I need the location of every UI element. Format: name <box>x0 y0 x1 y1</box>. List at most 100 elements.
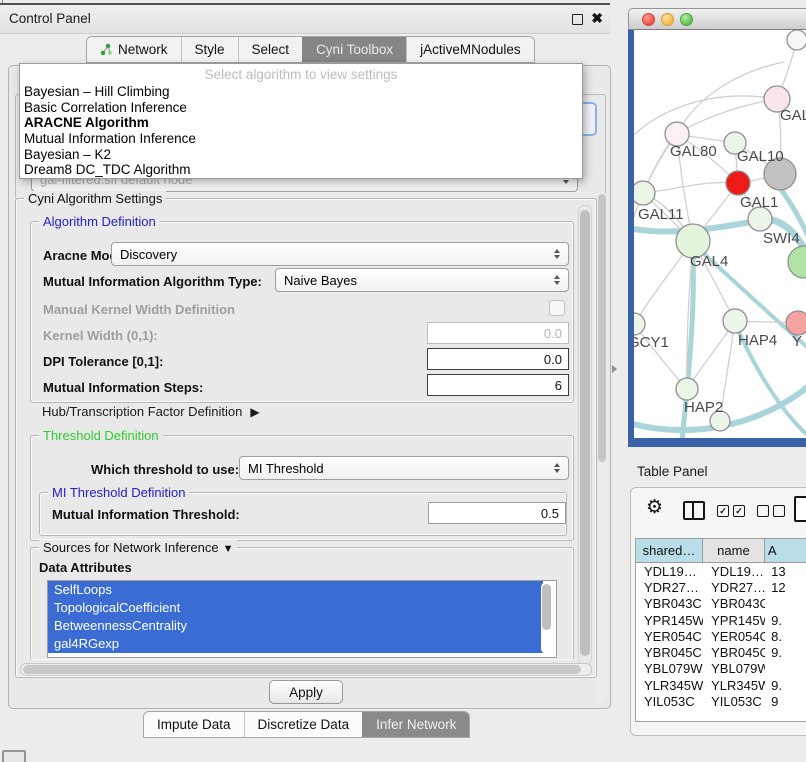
network-node-gal1[interactable] <box>726 171 750 195</box>
zoom-traffic-light[interactable] <box>680 13 693 26</box>
network-node-hap2[interactable] <box>676 378 698 400</box>
network-node-gal11[interactable] <box>634 181 655 205</box>
network-canvas[interactable]: GALGAL80GAL10GAL1GAL11SWI4GAL4GCY1HAP4YH… <box>628 30 806 447</box>
table-row[interactable]: YIL053CYIL053C9 <box>636 693 806 709</box>
dock-mini-icon[interactable] <box>2 750 26 762</box>
network-node[interactable] <box>787 30 806 50</box>
panel-scrollbar[interactable] <box>597 192 607 702</box>
table-row[interactable]: YDL19…YDL19…13 <box>636 563 806 579</box>
settings-horizontal-scrollbar-thumb[interactable] <box>23 665 581 674</box>
algorithm-dropdown-placeholder: Select algorithm to view settings <box>20 64 582 84</box>
dropdown-item-bayesian-hill-climbing[interactable]: Bayesian – Hill Climbing <box>20 84 582 100</box>
manual-kernel-checkbox[interactable] <box>549 300 565 316</box>
attribute-item-selfloops[interactable]: SelfLoops <box>48 581 543 599</box>
sources-group-title: Sources for Network Inference▼ <box>39 540 237 555</box>
network-node[interactable] <box>788 246 806 278</box>
close-icon[interactable]: ✖ <box>591 10 603 27</box>
node-label-gal1: GAL1 <box>740 194 778 211</box>
dropdown-item-aracne-algorithm[interactable]: ARACNE Algorithm <box>20 115 582 131</box>
panel-scrollbar-thumb[interactable] <box>598 194 606 462</box>
unchecked-checkbox-icon[interactable] <box>773 505 785 517</box>
column-header-shared-[interactable]: shared… <box>636 539 703 562</box>
network-edge <box>677 99 777 134</box>
tab-infer-network[interactable]: Infer Network <box>362 712 469 737</box>
cyni-toolbox-panel: gal-filtered.sif default node Select alg… <box>8 65 611 709</box>
table-row[interactable]: YBR045CYBR045C9. <box>636 644 806 660</box>
table-row[interactable]: YER054CYER054C8. <box>636 628 806 644</box>
unchecked-checkbox-icon[interactable] <box>757 505 769 517</box>
tab-network[interactable]: Network <box>87 37 181 62</box>
network-node-y[interactable] <box>786 311 806 335</box>
threshold-definition-title: Threshold Definition <box>39 428 163 443</box>
minimize-traffic-light[interactable] <box>661 13 674 26</box>
dropdown-item-dream8-dc-tdc-algorithm[interactable]: Dream8 DC_TDC Algorithm <box>20 162 582 178</box>
attributes-scrollbar[interactable] <box>541 582 552 654</box>
aracne-mode-value: Discovery <box>120 247 548 262</box>
settings-horizontal-scrollbar[interactable] <box>20 663 592 676</box>
network-window-titlebar[interactable] <box>628 8 806 30</box>
column-header-name[interactable]: name <box>703 539 765 562</box>
node-label-gal80: GAL80 <box>670 143 717 160</box>
column-header-a[interactable]: A <box>765 539 806 562</box>
tab-cyni-toolbox[interactable]: Cyni Toolbox <box>302 37 406 62</box>
document-icon[interactable] <box>794 496 806 522</box>
network-node-gcy1[interactable] <box>634 313 645 335</box>
tab-label: Discretize Data <box>258 717 350 732</box>
network-icon <box>100 43 112 56</box>
table-panel-title: Table Panel <box>637 464 708 479</box>
algorithm-definition-group: Algorithm Definition Aracne Mode: Discov… <box>30 221 574 403</box>
attributes-scrollbar-thumb[interactable] <box>542 584 551 630</box>
node-label-y: Y <box>792 333 802 350</box>
settings-vertical-scrollbar-thumb[interactable] <box>580 210 590 656</box>
mi-threshold-input[interactable]: 0.5 <box>428 502 566 524</box>
attribute-item-betweennesscentrality[interactable]: BetweennessCentrality <box>48 617 543 635</box>
tab-jactivemnodules[interactable]: jActiveMNodules <box>406 37 534 62</box>
close-traffic-light[interactable] <box>642 13 655 26</box>
apply-button[interactable]: Apply <box>269 680 343 704</box>
table-row[interactable]: YLR345WYLR345W9. <box>636 677 806 693</box>
network-edge <box>643 182 738 193</box>
checked-checkbox-icon[interactable]: ✓ <box>733 505 745 517</box>
which-threshold-select[interactable]: MI Threshold <box>239 456 569 480</box>
table-row[interactable]: YBL079WYBL079W <box>636 661 806 677</box>
manual-kernel-label: Manual Kernel Width Definition <box>43 302 235 317</box>
table-row[interactable]: YPR145WYPR145W9. <box>636 612 806 628</box>
dpi-tolerance-input[interactable]: 0.0 <box>427 348 569 370</box>
panel-splitter-arrow-icon[interactable] <box>612 365 617 373</box>
node-label-gal11: GAL11 <box>638 206 684 223</box>
checked-checkbox-icon[interactable]: ✓ <box>717 505 729 517</box>
network-node-hap4[interactable] <box>723 309 747 333</box>
mi-algorithm-type-select[interactable]: Naive Bayes <box>275 268 569 292</box>
settings-vertical-scrollbar[interactable] <box>578 205 592 665</box>
tab-select[interactable]: Select <box>238 37 303 62</box>
tab-label: Select <box>252 42 290 57</box>
table-row[interactable]: YDR27…YDR27…12 <box>636 579 806 595</box>
float-window-icon[interactable] <box>572 14 583 25</box>
tab-discretize-data[interactable]: Discretize Data <box>244 712 363 737</box>
network-graph[interactable]: GALGAL80GAL10GAL1GAL11SWI4GAL4GCY1HAP4YH… <box>634 30 806 438</box>
node-label-hap2: HAP2 <box>684 399 723 416</box>
dropdown-item-mutual-information-inference[interactable]: Mutual Information Inference <box>20 131 582 147</box>
attribute-item-topologicalcoefficient[interactable]: TopologicalCoefficient <box>48 599 543 617</box>
dropdown-item-basic-correlation-inference[interactable]: Basic Correlation Inference <box>20 100 582 116</box>
table-cell: YPR145W <box>636 613 703 628</box>
node-label-gal: GAL <box>780 107 806 124</box>
gear-icon[interactable]: ⚙ <box>646 496 663 518</box>
split-columns-icon[interactable] <box>683 501 705 520</box>
control-panel-header: Control Panel ✖ <box>0 5 610 34</box>
table-cell: YER054C <box>636 629 703 644</box>
collapse-down-icon: ▼ <box>223 543 234 555</box>
tab-style[interactable]: Style <box>181 37 238 62</box>
expand-right-icon: ▶ <box>250 405 259 419</box>
settings-group-title: Cyni Algorithm Settings <box>24 191 166 206</box>
aracne-mode-select[interactable]: Discovery <box>111 242 569 266</box>
dpi-tolerance-label: DPI Tolerance [0,1]: <box>43 354 163 369</box>
table-row[interactable]: YBR043CYBR043C <box>636 596 806 612</box>
table-cell: YDL19… <box>703 564 765 579</box>
tab-impute-data[interactable]: Impute Data <box>144 712 244 737</box>
hub-definition-toggle[interactable]: Hub/Transcription Factor Definition▶ <box>42 404 260 419</box>
attribute-item-gal4rgexp[interactable]: gal4RGexp <box>48 635 543 653</box>
mi-steps-input[interactable]: 6 <box>427 374 569 396</box>
dropdown-item-bayesian-k2[interactable]: Bayesian – K2 <box>20 147 582 163</box>
kernel-width-input[interactable]: 0.0 <box>427 322 569 344</box>
